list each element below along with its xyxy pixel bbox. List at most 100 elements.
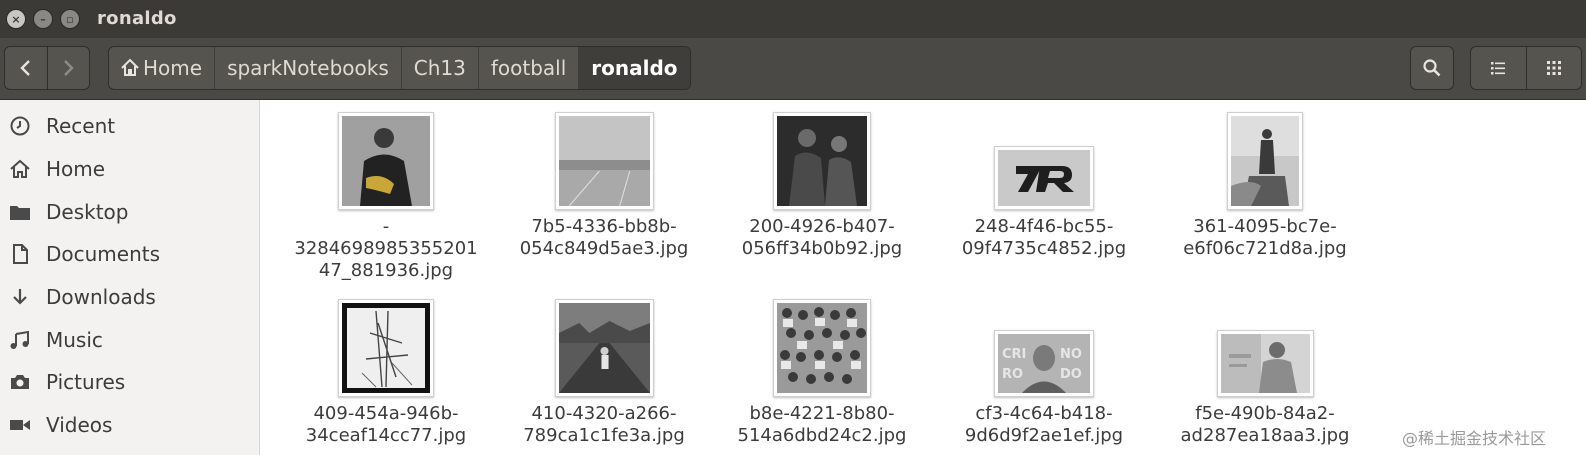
breadcrumb-ch13[interactable]: Ch13: [400, 47, 478, 89]
forward-button[interactable]: [46, 47, 89, 89]
breadcrumb-label: Home: [143, 56, 203, 80]
sidebar-item-desktop[interactable]: Desktop: [0, 192, 259, 232]
clock-icon: [10, 116, 30, 136]
file-thumbnail: [773, 299, 871, 397]
image-thumbnail: [1220, 334, 1310, 393]
image-thumbnail: [558, 303, 650, 393]
breadcrumb-ronaldo[interactable]: ronaldo: [578, 47, 690, 89]
breadcrumb-sparknotebooks[interactable]: sparkNotebooks: [214, 47, 401, 89]
navigation-buttons: [4, 46, 90, 90]
home-icon: [10, 159, 30, 178]
file-name: 361-4095-bc7e- e6f06c721d8a.jpg: [1183, 216, 1347, 259]
image-thumbnail: [777, 303, 867, 393]
list-icon: [1491, 62, 1506, 75]
view-mode-buttons: [1470, 46, 1582, 90]
sidebar-item-pictures[interactable]: Pictures: [0, 362, 259, 402]
file-name: - 3284698985355201 47_881936.jpg: [294, 216, 478, 281]
maximize-icon: ▫: [66, 12, 74, 26]
file-name: 248-4f46-bc55- 09f4735c4852.jpg: [961, 216, 1127, 259]
file-thumbnail: [554, 299, 654, 397]
music-icon: [10, 330, 29, 349]
image-thumbnail: [998, 150, 1090, 206]
image-thumbnail: [558, 116, 650, 207]
image-thumbnail: [1231, 116, 1299, 206]
sidebar-item-label: Pictures: [46, 370, 126, 394]
breadcrumb-home[interactable]: Home: [109, 47, 214, 89]
grid-icon: [1546, 61, 1561, 75]
title-bar: × – ▫ ronaldo: [0, 0, 1586, 38]
image-thumbnail: CRI NO RO DO: [998, 334, 1090, 393]
camera-icon: [11, 375, 29, 389]
chevron-left-icon: [20, 60, 30, 76]
minimize-window-button[interactable]: –: [33, 9, 53, 29]
file-name: b8e-4221-8b80- 514a6dbd24c2.jpg: [737, 403, 907, 446]
grid-view-button[interactable]: [1525, 47, 1581, 89]
file-item[interactable]: 248-4f46-bc55- 09f4735c4852.jpg: [944, 146, 1144, 260]
file-name: 410-4320-a266- 789ca1c1fe3a.jpg: [523, 403, 685, 446]
back-button[interactable]: [5, 47, 47, 89]
folder-icon: [10, 206, 30, 220]
file-item[interactable]: 361-4095-bc7e- e6f06c721d8a.jpg: [1165, 112, 1365, 260]
chevron-right-icon: [64, 60, 75, 76]
file-item[interactable]: 410-4320-a266- 789ca1c1fe3a.jpg: [504, 299, 704, 447]
search-icon: [1423, 59, 1441, 77]
breadcrumb: Home sparkNotebooks Ch13 football ronald…: [108, 46, 691, 90]
svg-text:NO: NO: [1060, 347, 1082, 362]
document-icon: [13, 244, 28, 264]
sidebar-item-documents[interactable]: Documents: [0, 234, 259, 274]
file-item[interactable]: CRI NO RO DO cf3-4c64-b418- 9d6d9f2ae1ef…: [944, 330, 1144, 447]
watermark: @稀土掘金技术社区: [1402, 429, 1547, 448]
file-name: 200-4926-b407- 056ff34b0b92.jpg: [741, 216, 903, 259]
svg-text:CRI: CRI: [1002, 347, 1026, 362]
file-item[interactable]: b8e-4221-8b80- 514a6dbd24c2.jpg: [722, 299, 922, 447]
file-thumbnail: [554, 112, 654, 210]
sidebar-item-label: Home: [46, 157, 106, 181]
maximize-window-button[interactable]: ▫: [60, 9, 80, 29]
file-thumbnail: [994, 146, 1094, 210]
file-name: f5e-490b-84a2- ad287ea18aa3.jpg: [1180, 403, 1350, 446]
sidebar-item-label: Documents: [46, 242, 161, 266]
file-item[interactable]: f5e-490b-84a2- ad287ea18aa3.jpg: [1165, 330, 1365, 447]
video-icon: [10, 420, 30, 430]
file-thumbnail: [1216, 330, 1314, 397]
file-item[interactable]: 409-454a-946b- 34ceaf14cc77.jpg: [286, 299, 486, 447]
file-item[interactable]: - 3284698985355201 47_881936.jpg: [286, 112, 486, 282]
file-grid: - 3284698985355201 47_881936.jpg 7b5-433…: [261, 100, 1586, 455]
sidebar-item-label: Downloads: [46, 285, 156, 309]
sidebar-item-videos[interactable]: Videos: [0, 405, 259, 445]
list-view-button[interactable]: [1471, 47, 1526, 89]
file-name: 7b5-4336-bb8b- 054c849d5ae3.jpg: [519, 216, 689, 259]
image-thumbnail: [342, 303, 430, 393]
file-thumbnail: [773, 112, 871, 210]
file-thumbnail: [338, 112, 434, 210]
close-window-button[interactable]: ×: [6, 9, 26, 29]
toolbar: Home sparkNotebooks Ch13 football ronald…: [0, 38, 1586, 100]
image-thumbnail: [777, 116, 867, 206]
image-thumbnail: [342, 116, 430, 206]
sidebar-item-downloads[interactable]: Downloads: [0, 277, 259, 317]
file-name: 409-454a-946b- 34ceaf14cc77.jpg: [305, 403, 467, 446]
sidebar-item-label: Videos: [46, 413, 113, 437]
file-name: cf3-4c64-b418- 9d6d9f2ae1ef.jpg: [964, 403, 1124, 446]
svg-text:RO: RO: [1002, 367, 1023, 382]
minimize-icon: –: [40, 12, 46, 26]
home-icon: [121, 58, 139, 76]
file-thumbnail: [1227, 112, 1303, 210]
svg-text:DO: DO: [1060, 367, 1082, 382]
file-thumbnail: CRI NO RO DO: [994, 330, 1094, 397]
sidebar-item-music[interactable]: Music: [0, 320, 259, 360]
file-item[interactable]: 7b5-4336-bb8b- 054c849d5ae3.jpg: [504, 112, 704, 260]
close-icon: ×: [11, 12, 21, 26]
sidebar-item-label: Music: [46, 328, 103, 352]
file-thumbnail: [338, 299, 434, 397]
sidebar-item-home[interactable]: Home: [0, 149, 259, 189]
sidebar-item-label: Recent: [46, 114, 116, 138]
sidebar-item-label: Desktop: [46, 200, 129, 224]
breadcrumb-football[interactable]: football: [477, 47, 578, 89]
window-title: ronaldo: [97, 8, 177, 29]
file-item[interactable]: 200-4926-b407- 056ff34b0b92.jpg: [722, 112, 922, 260]
sidebar: Recent Home Desktop Documents Downloads: [0, 100, 260, 455]
search-button[interactable]: [1410, 46, 1454, 90]
sidebar-item-recent[interactable]: Recent: [0, 106, 259, 146]
download-icon: [13, 289, 27, 305]
